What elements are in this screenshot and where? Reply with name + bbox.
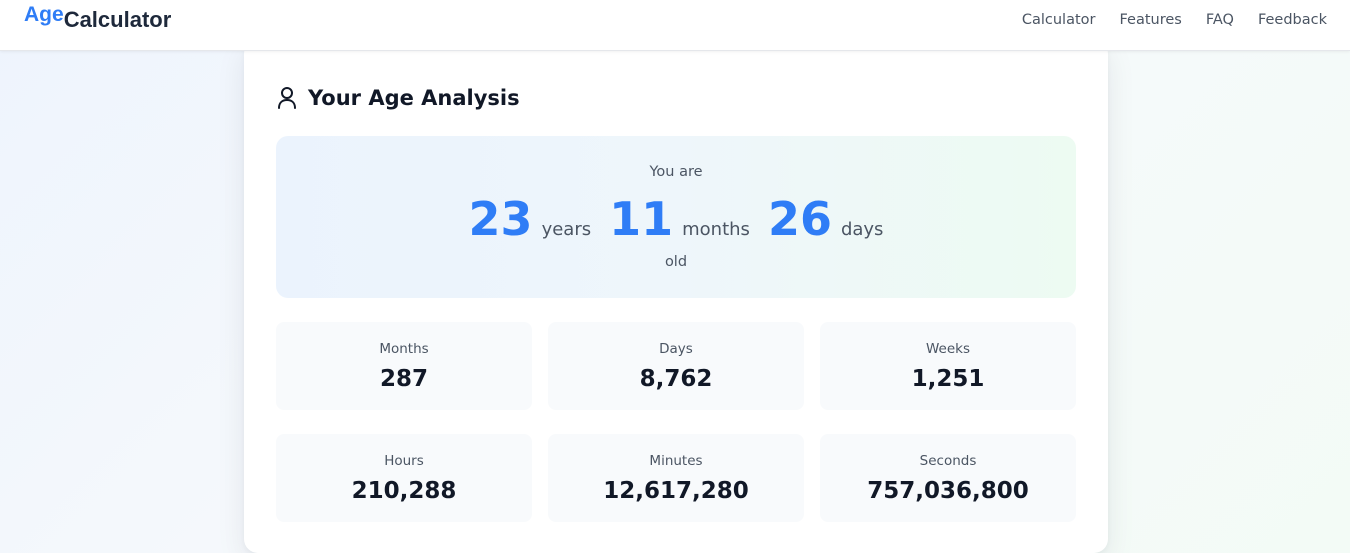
nav-link-feedback[interactable]: Feedback	[1258, 12, 1327, 28]
stat-label: Minutes	[649, 453, 703, 469]
stat-label: Months	[379, 341, 429, 357]
age-summary-panel: You are 23 years 11 months 26 days old	[276, 136, 1076, 298]
stat-card-days: Days 8,762	[548, 322, 804, 410]
age-months-value: 11	[609, 192, 674, 246]
app-logo[interactable]: AgeCalculator	[24, 2, 171, 32]
stat-label: Weeks	[925, 341, 971, 357]
age-days-value: 26	[767, 192, 832, 246]
user-icon	[276, 86, 298, 110]
logo-accent-text: Age	[24, 3, 64, 26]
stat-value: 1,251	[911, 366, 985, 392]
stat-label: Seconds	[919, 453, 977, 469]
age-analysis-card: Your Age Analysis You are 23 years 11 mo…	[244, 40, 1108, 553]
stat-value: 287	[379, 366, 428, 392]
stat-value: 757,036,800	[867, 478, 1029, 504]
stat-value: 210,288	[351, 478, 457, 504]
nav-link-features[interactable]: Features	[1119, 12, 1181, 28]
stat-card-minutes: Minutes 12,617,280	[548, 434, 804, 522]
top-navbar: AgeCalculator Calculator Features FAQ Fe…	[0, 0, 1350, 51]
card-title: Your Age Analysis	[276, 84, 520, 112]
logo-main-text: Calculator	[63, 7, 172, 32]
age-summary-values: 23 years 11 months 26 days	[276, 192, 1076, 246]
nav-link-calculator[interactable]: Calculator	[1022, 12, 1096, 28]
stat-label: Days	[659, 341, 693, 357]
stat-card-seconds: Seconds 757,036,800	[820, 434, 1076, 522]
age-years-value: 23	[468, 192, 533, 246]
stat-value: 12,617,280	[603, 478, 749, 504]
stat-value: 8,762	[639, 366, 713, 392]
stat-label: Hours	[384, 453, 424, 469]
age-summary-prefix: You are	[649, 164, 703, 180]
age-summary-suffix: old	[664, 254, 688, 270]
nav-link-faq[interactable]: FAQ	[1206, 12, 1234, 28]
age-years-unit: years	[541, 219, 592, 240]
main-nav: Calculator Features FAQ Feedback	[1022, 0, 1327, 40]
stat-card-months: Months 287	[276, 322, 532, 410]
stat-card-weeks: Weeks 1,251	[820, 322, 1076, 410]
card-title-text: Your Age Analysis	[308, 86, 520, 110]
age-months-unit: months	[682, 219, 750, 240]
age-days-unit: days	[840, 219, 884, 240]
stat-card-hours: Hours 210,288	[276, 434, 532, 522]
